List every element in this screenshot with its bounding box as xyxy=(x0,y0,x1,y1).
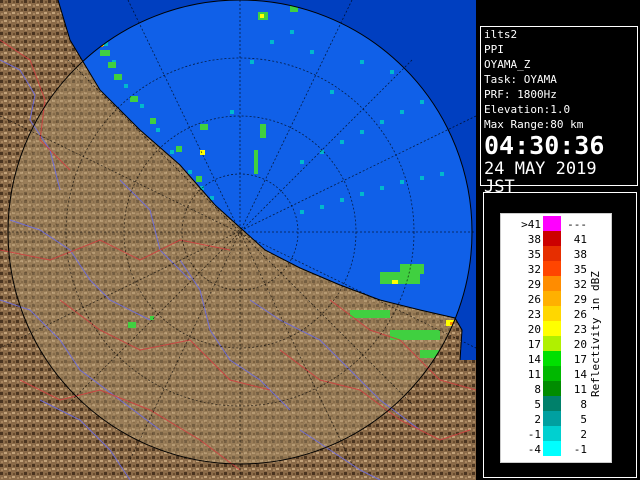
legend-box: >41 --- 38 41 35 38 32 35 29 32 26 29 23 26 20 23 17 20 14… xyxy=(500,213,612,463)
legend-row: -4 -1 xyxy=(501,441,587,459)
legend-color-swatch xyxy=(543,321,561,336)
scan-date: 24 MAY 2019 JST xyxy=(484,159,597,197)
color-scale-legend: >41 --- 38 41 35 38 32 35 29 32 26 29 23 26 20 23 17 20 14… xyxy=(483,192,637,478)
legend-unit-label: Reflectivity in dBZ xyxy=(589,271,602,397)
legend-color-swatch xyxy=(543,246,561,261)
product-type: PPI xyxy=(484,43,504,56)
elevation-value: Elevation:1.0 xyxy=(484,103,571,116)
legend-color-swatch xyxy=(543,231,561,246)
site-name: ilts2 xyxy=(484,28,518,41)
legend-color-swatch xyxy=(543,411,561,426)
legend-color-swatch xyxy=(543,381,561,396)
legend-color-swatch xyxy=(543,216,561,231)
legend-upper-bound: -1 xyxy=(573,443,587,456)
legend-color-swatch xyxy=(543,366,561,381)
legend-color-swatch xyxy=(543,351,561,366)
prf-value: PRF: 1800Hz xyxy=(484,88,557,101)
legend-color-swatch xyxy=(543,426,561,441)
legend-color-swatch xyxy=(543,291,561,306)
info-panel: ilts2 PPI OYAMA_Z Task: OYAMA PRF: 1800H… xyxy=(480,26,638,197)
legend-color-swatch xyxy=(543,336,561,351)
legend-color-swatch xyxy=(543,396,561,411)
max-range-value: Max Range:80 km xyxy=(484,118,584,131)
radar-ppi-map xyxy=(0,0,476,480)
legend-color-swatch xyxy=(543,306,561,321)
legend-color-swatch xyxy=(543,276,561,291)
task-name: Task: OYAMA xyxy=(484,73,557,86)
field-name: OYAMA_Z xyxy=(484,58,531,71)
scan-time: 04:30:36 xyxy=(484,131,605,160)
legend-color-swatch xyxy=(543,441,561,456)
legend-lower-bound: -4 xyxy=(527,443,541,456)
legend-color-swatch xyxy=(543,261,561,276)
